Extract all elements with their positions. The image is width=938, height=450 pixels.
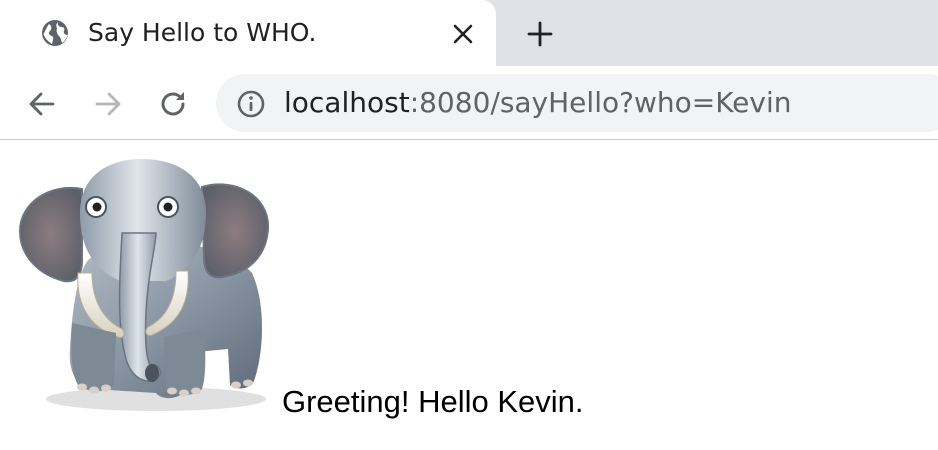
- info-icon[interactable]: [236, 89, 266, 119]
- page-content: Greeting! Hello Kevin.: [0, 141, 938, 450]
- plus-icon[interactable]: [520, 14, 560, 54]
- reload-icon[interactable]: [153, 84, 193, 124]
- url-host: localhost: [284, 86, 410, 119]
- url-path: :8080/sayHello?who=Kevin: [409, 86, 792, 119]
- arrow-right-icon: [88, 84, 128, 124]
- address-bar[interactable]: localhost:8080/sayHello?who=Kevin: [216, 74, 938, 132]
- toolbar: localhost:8080/sayHello?who=Kevin: [0, 66, 938, 140]
- globe-icon: [40, 18, 70, 48]
- greeting-text: Greeting! Hello Kevin.: [282, 384, 584, 419]
- tab-title: Say Hello to WHO.: [88, 18, 317, 47]
- url-text[interactable]: localhost:8080/sayHello?who=Kevin: [284, 84, 792, 122]
- tab-strip: Say Hello to WHO.: [0, 0, 938, 66]
- close-icon[interactable]: [447, 18, 479, 50]
- elephant-image: [16, 153, 272, 415]
- arrow-left-icon[interactable]: [22, 84, 62, 124]
- tab-active[interactable]: Say Hello to WHO.: [0, 0, 496, 66]
